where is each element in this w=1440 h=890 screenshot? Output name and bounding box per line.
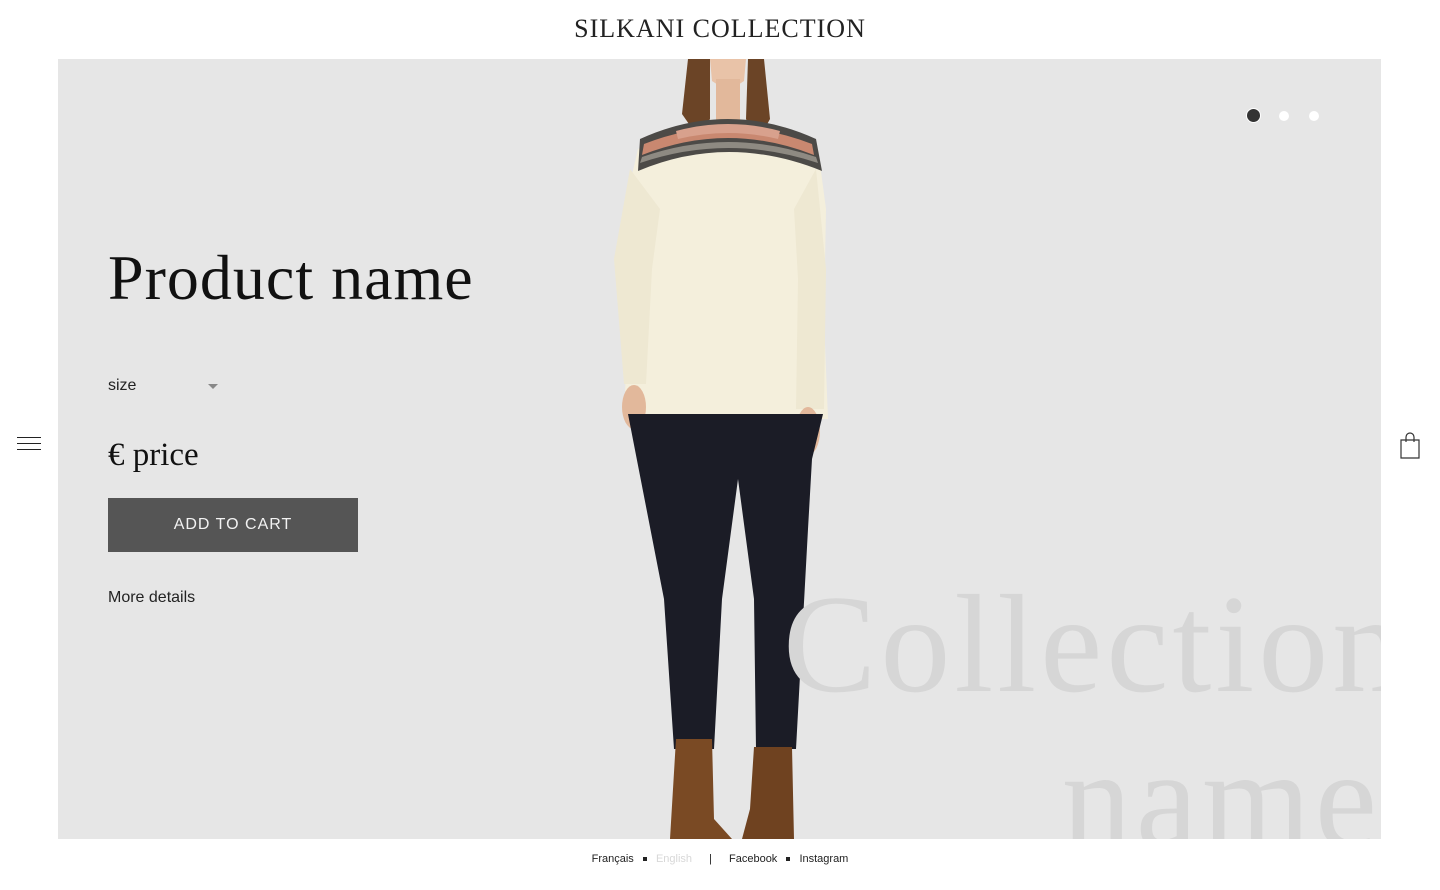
product-title: Product name [108,242,474,313]
product-price: € price [108,437,199,473]
brand-logo[interactable]: SILKANI COLLECTION [0,14,1440,44]
collection-name-watermark: Collection name [783,567,1381,839]
footer: Français English | Facebook Instagram [0,853,1440,865]
carousel-dot-2[interactable] [1279,110,1289,121]
footer-separator: | [709,853,712,866]
shopping-bag-icon[interactable] [1399,432,1421,460]
watermark-line-2: name [1061,722,1381,839]
hero-banner: Product name size € price ADD TO CART Mo… [58,59,1381,839]
hamburger-menu-icon[interactable] [17,437,41,453]
size-select-label: size [108,377,137,394]
carousel-dots [1246,108,1339,123]
instagram-link[interactable]: Instagram [799,853,848,865]
bullet-icon [642,857,647,862]
watermark-line-1: Collection [783,567,1381,722]
carousel-dot-1[interactable] [1246,108,1261,123]
chevron-down-icon [208,383,218,389]
add-to-cart-button[interactable]: ADD TO CART [108,498,358,552]
language-french-link[interactable]: Français [592,853,634,865]
carousel-dot-3[interactable] [1309,110,1319,121]
size-select[interactable]: size [108,375,220,397]
facebook-link[interactable]: Facebook [729,853,777,865]
language-english-link[interactable]: English [656,853,692,865]
more-details-link[interactable]: More details [108,589,195,607]
bullet-icon [786,857,791,862]
